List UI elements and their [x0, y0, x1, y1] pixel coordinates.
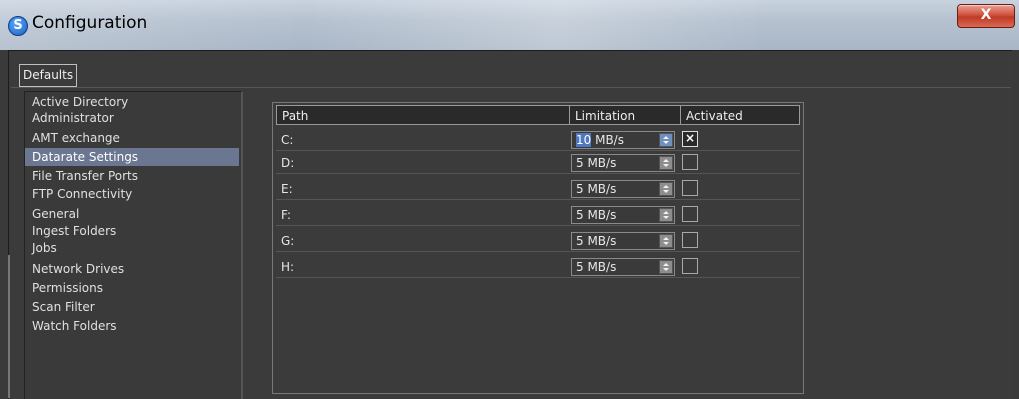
tab-divider: [11, 87, 1011, 88]
activated-cell: [679, 204, 800, 226]
limitation-value[interactable]: 5 MB/s: [576, 207, 616, 223]
table-row[interactable]: E: 5 MB/s: [276, 178, 800, 201]
limitation-spinbox[interactable]: 5 MB/s: [571, 206, 675, 224]
datarate-grid: Path Limitation Activated C: 10 MB/s × D…: [272, 102, 804, 394]
limitation-spinbox[interactable]: 5 MB/s: [571, 232, 675, 250]
sidebar-item-active-directory[interactable]: Active Directory: [25, 94, 239, 110]
sidebar-item-ingest-folders[interactable]: Ingest Folders: [25, 223, 239, 239]
limitation-cell: 10 MB/s: [569, 129, 679, 151]
column-header-activated[interactable]: Activated: [680, 105, 800, 125]
activated-checkbox[interactable]: [682, 258, 698, 274]
table-row[interactable]: G: 5 MB/s: [276, 230, 800, 253]
sidebar-item-file-transfer-ports[interactable]: File Transfer Ports: [25, 167, 239, 185]
sidebar-item-general[interactable]: General: [25, 205, 239, 223]
spin-arrows-icon[interactable]: [659, 208, 673, 222]
table-row[interactable]: F: 5 MB/s: [276, 204, 800, 227]
path-cell: C:: [276, 129, 569, 151]
window-left-edge: [8, 255, 10, 398]
sidebar-item-datarate-settings[interactable]: Datarate Settings: [25, 148, 239, 166]
activated-cell: ×: [679, 129, 800, 151]
limitation-cell: 5 MB/s: [569, 178, 679, 200]
path-cell: F:: [276, 204, 569, 226]
path-cell: G:: [276, 230, 569, 252]
spin-arrows-icon[interactable]: [659, 133, 673, 147]
tab-defaults[interactable]: Defaults: [19, 64, 78, 87]
limitation-value[interactable]: 5 MB/s: [576, 259, 616, 275]
limitation-unit: MB/s: [583, 156, 617, 170]
app-icon: S: [8, 16, 28, 36]
activated-checkbox[interactable]: [682, 206, 698, 222]
activated-checkbox[interactable]: [682, 154, 698, 170]
path-cell: E:: [276, 178, 569, 200]
sidebar-item-network-drives[interactable]: Network Drives: [25, 260, 239, 278]
limitation-number[interactable]: 5: [576, 208, 584, 222]
limitation-value[interactable]: 5 MB/s: [576, 233, 616, 249]
table-row[interactable]: H: 5 MB/s: [276, 256, 800, 279]
title-bar-glass: [0, 0, 1019, 50]
limitation-number[interactable]: 5: [576, 260, 584, 274]
activated-cell: [679, 178, 800, 200]
limitation-number[interactable]: 5: [576, 234, 584, 248]
limitation-spinbox[interactable]: 10 MB/s: [571, 131, 675, 149]
limitation-number[interactable]: 10: [576, 133, 592, 147]
title-bar: S Configuration X: [0, 0, 1019, 50]
limitation-spinbox[interactable]: 5 MB/s: [571, 180, 675, 198]
activated-cell: [679, 256, 800, 278]
limitation-number[interactable]: 5: [576, 156, 584, 170]
spin-arrows-icon[interactable]: [659, 156, 673, 170]
sidebar-item-jobs[interactable]: Jobs: [25, 240, 239, 256]
limitation-cell: 5 MB/s: [569, 152, 679, 174]
activated-checkbox[interactable]: ×: [682, 131, 698, 147]
sidebar-item-administrator[interactable]: Administrator: [25, 110, 239, 126]
limitation-spinbox[interactable]: 5 MB/s: [571, 258, 675, 276]
table-row[interactable]: C: 10 MB/s ×: [276, 129, 800, 152]
activated-checkbox[interactable]: [682, 180, 698, 196]
activated-cell: [679, 230, 800, 252]
sidebar-item-scan-filter[interactable]: Scan Filter: [25, 298, 239, 316]
limitation-unit: MB/s: [583, 208, 617, 222]
limitation-unit: MB/s: [591, 133, 624, 147]
limitation-cell: 5 MB/s: [569, 230, 679, 252]
spin-arrows-icon[interactable]: [659, 260, 673, 274]
sidebar-item-ftp-connectivity[interactable]: FTP Connectivity: [25, 185, 239, 203]
sidebar-item-watch-folders[interactable]: Watch Folders: [25, 317, 239, 335]
limitation-unit: MB/s: [583, 234, 617, 248]
path-cell: D:: [276, 152, 569, 174]
column-header-limitation[interactable]: Limitation: [569, 105, 681, 125]
sidebar-item-amt-exchange[interactable]: AMT exchange: [25, 129, 239, 147]
sidebar-item-permissions[interactable]: Permissions: [25, 279, 239, 297]
limitation-value[interactable]: 5 MB/s: [576, 181, 616, 197]
limitation-unit: MB/s: [583, 260, 617, 274]
settings-sidebar: Active Directory Administrator AMT excha…: [24, 91, 243, 399]
limitation-spinbox[interactable]: 5 MB/s: [571, 154, 675, 172]
limitation-cell: 5 MB/s: [569, 204, 679, 226]
limitation-value[interactable]: 10 MB/s: [576, 132, 624, 148]
spin-arrows-icon[interactable]: [659, 234, 673, 248]
limitation-number[interactable]: 5: [576, 182, 584, 196]
activated-checkbox[interactable]: [682, 232, 698, 248]
path-cell: H:: [276, 256, 569, 278]
limitation-unit: MB/s: [583, 182, 617, 196]
close-button[interactable]: X: [957, 4, 1015, 28]
column-header-path[interactable]: Path: [276, 105, 570, 125]
spin-arrows-icon[interactable]: [659, 182, 673, 196]
limitation-value[interactable]: 5 MB/s: [576, 155, 616, 171]
window-title: Configuration: [32, 13, 148, 33]
activated-cell: [679, 152, 800, 174]
table-row[interactable]: D: 5 MB/s: [276, 152, 800, 175]
limitation-cell: 5 MB/s: [569, 256, 679, 278]
